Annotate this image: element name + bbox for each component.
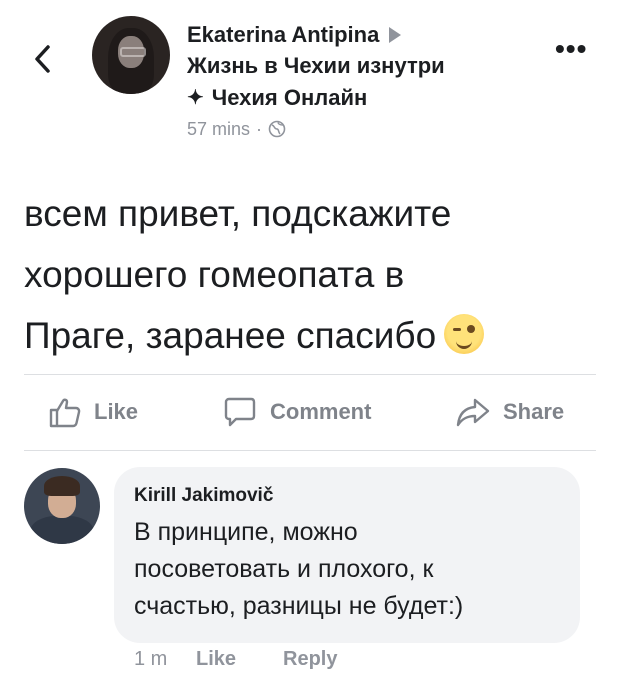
comment-text: В принципе, можно посоветовать и плохого…: [134, 514, 574, 625]
globe-icon: [268, 120, 286, 138]
comment-like-button[interactable]: Like: [196, 648, 283, 671]
divider: [24, 374, 596, 375]
post-header: Ekaterina Antipina Жизнь в Чехии изнутри…: [187, 20, 445, 142]
commenter-name[interactable]: Kirill Jakimovič: [134, 481, 273, 511]
comment-button[interactable]: Comment: [222, 396, 371, 428]
group-name[interactable]: Жизнь в Чехии изнутри: [187, 50, 445, 82]
comment-timestamp[interactable]: 1 m: [134, 648, 196, 671]
comment-reply-button[interactable]: Reply: [283, 648, 337, 671]
post-text-line: хорошего гомеопата в: [24, 254, 405, 295]
post-actions: Like Comment Share: [0, 392, 620, 436]
share-icon: [456, 398, 490, 427]
post-body: всем привет, подскажите хорошего гомеопа…: [24, 183, 604, 366]
commenter-avatar[interactable]: [24, 468, 100, 544]
subgroup-name[interactable]: Чехия Онлайн: [212, 82, 368, 114]
post-timestamp[interactable]: 57 mins: [187, 116, 250, 142]
sparkle-icon: ✦: [187, 87, 204, 109]
post-text-line: Праге, заранее спасибо: [24, 305, 604, 366]
back-icon[interactable]: [30, 42, 56, 76]
divider: [24, 450, 596, 451]
thumbs-up-icon: [49, 398, 81, 428]
share-button[interactable]: Share: [455, 396, 564, 428]
meta-separator: ·: [256, 119, 263, 139]
comment-label: Comment: [270, 399, 372, 424]
share-label: Share: [503, 399, 565, 424]
arrow-right-icon: [389, 27, 402, 43]
post-text-line: всем привет, подскажите: [24, 193, 452, 234]
comment-icon: [224, 397, 256, 427]
comment-meta: 1 m Like Reply: [134, 648, 337, 671]
like-label: Like: [94, 399, 139, 424]
like-button[interactable]: Like: [48, 396, 138, 428]
author-avatar[interactable]: [92, 16, 170, 94]
author-name[interactable]: Ekaterina Antipina: [187, 20, 379, 50]
comment-text-line: счастью, разницы не будет:): [134, 592, 464, 620]
comment-text-line: В принципе, можно: [134, 518, 358, 546]
comment-text-line: посоветовать и плохого, к: [134, 555, 434, 583]
more-options-icon[interactable]: •••: [555, 35, 587, 63]
winking-face-emoji: [444, 314, 485, 354]
